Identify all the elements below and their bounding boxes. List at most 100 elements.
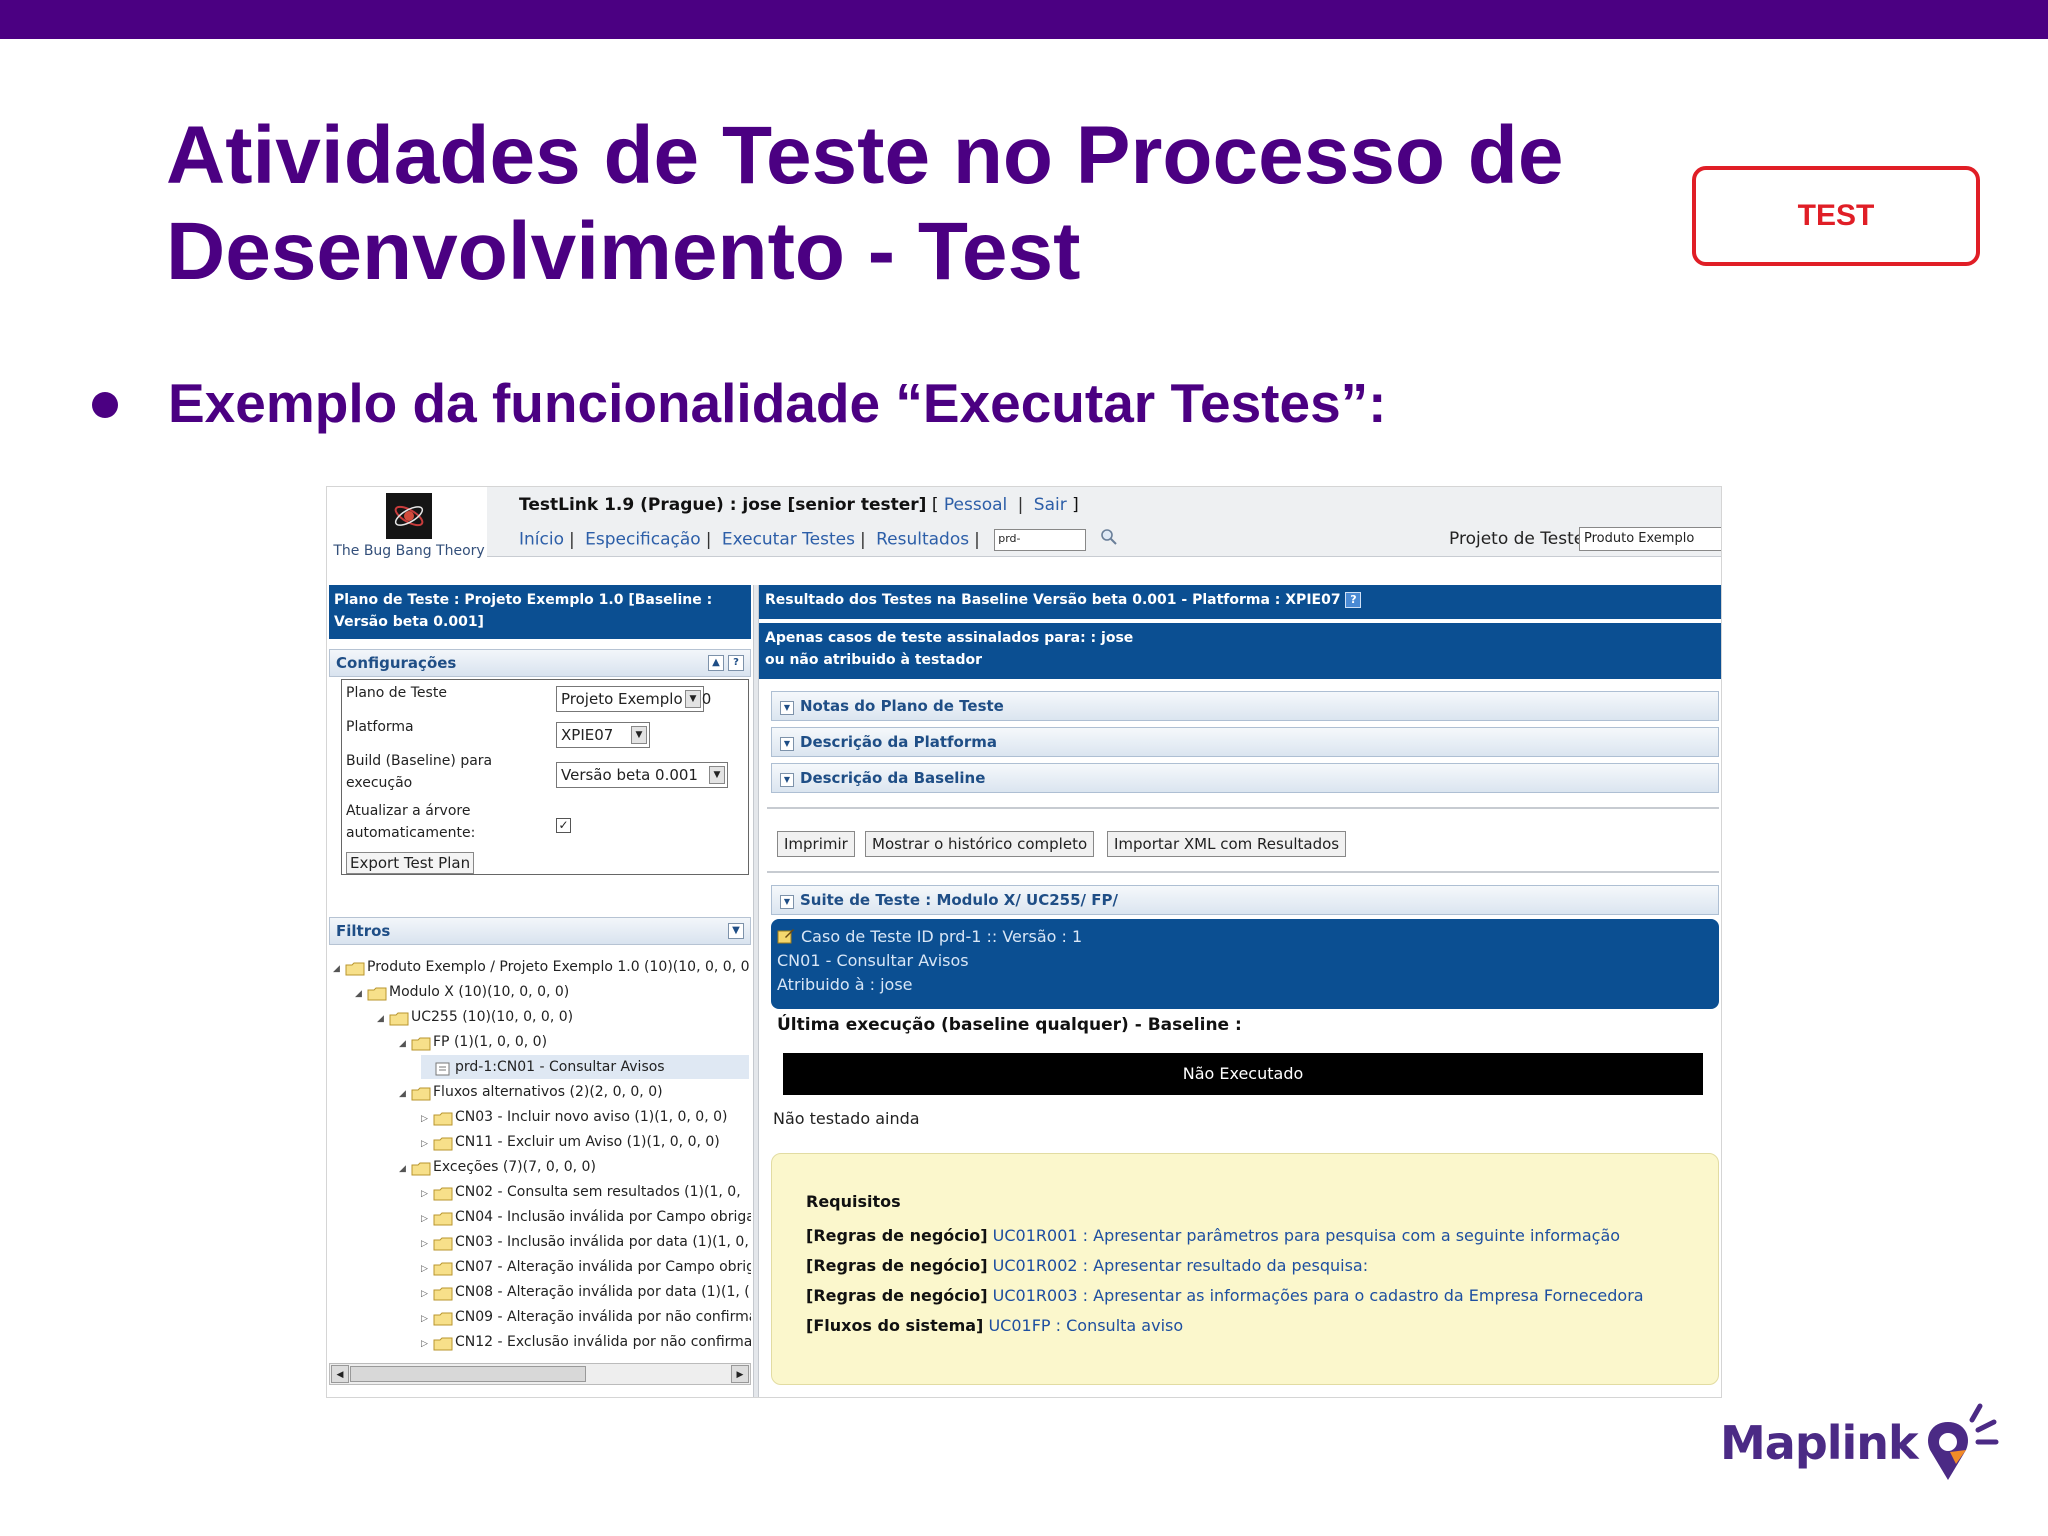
expand-toggle-icon[interactable]: ◢ (355, 982, 367, 1006)
edit-icon[interactable] (777, 927, 795, 944)
expand-toggle-icon[interactable]: ◢ (333, 957, 345, 981)
tree-node-label: CN02 - Consulta sem resultados (1)(1, 0, (455, 1184, 741, 1200)
tree-folder[interactable]: ◢ Modulo X (10)(10, 0, 0, 0) (355, 980, 749, 1004)
plan-select[interactable]: Projeto Exemplo 1.0 ▼ (556, 686, 711, 712)
slide-title: Atividades de Teste no Processo de Desen… (166, 110, 1564, 297)
requirement-row: [Regras de negócio] UC01R003 : Apresenta… (806, 1286, 1644, 1305)
nav-especificacao[interactable]: Especificação (585, 530, 701, 550)
expand-toggle-icon[interactable]: ▷ (421, 1207, 433, 1231)
execution-status: Não Executado (783, 1053, 1703, 1095)
tree-folder[interactable]: ▷ CN12 - Exclusão inválida por não confir… (421, 1330, 751, 1356)
chevron-down-icon: ▼ (709, 766, 725, 784)
show-history-button[interactable]: Mostrar o histórico completo (865, 831, 1095, 857)
tree-folder[interactable]: ▷ CN02 - Consulta sem resultados (1)(1, 0… (421, 1180, 749, 1204)
folder-icon (433, 1310, 453, 1326)
tree-node-label: CN04 - Inclusão inválida por Campo obrig… (455, 1209, 751, 1225)
help-icon[interactable]: ? (728, 655, 744, 671)
section-baseline-description[interactable]: ▼ Descrição da Baseline (771, 763, 1719, 793)
auto-refresh-checkbox[interactable]: ✓ (556, 818, 571, 833)
requirement-link[interactable]: UC01FP : Consulta aviso (988, 1316, 1183, 1335)
folder-icon (433, 1110, 453, 1126)
scroll-thumb[interactable] (350, 1366, 586, 1382)
platform-select[interactable]: XPIE07 ▼ (556, 722, 650, 748)
test-badge: TEST (1692, 166, 1980, 266)
config-panel-header[interactable]: Configurações ▲ ? (329, 649, 751, 677)
tree-folder[interactable]: ▷ CN11 - Excluir um Aviso (1)(1, 0, 0, 0) (421, 1130, 749, 1154)
tree-folder[interactable]: ▷ CN08 - Alteração inválida por data (1)(… (421, 1280, 750, 1306)
tree-folder[interactable]: ◢ FP (1)(1, 0, 0, 0) (399, 1030, 749, 1054)
tree-node-label: Modulo X (10)(10, 0, 0, 0) (389, 984, 570, 1000)
nav-inicio[interactable]: Início (519, 530, 564, 550)
expand-toggle-icon[interactable]: ▷ (421, 1257, 433, 1281)
tree-folder[interactable]: ▷ CN07 - Alteração inválida por Campo obr… (421, 1255, 751, 1281)
import-xml-button[interactable]: Importar XML com Resultados (1107, 831, 1347, 857)
section-plan-notes[interactable]: ▼ Notas do Plano de Teste (771, 691, 1719, 721)
expand-toggle-icon[interactable]: ▷ (421, 1132, 433, 1156)
build-select[interactable]: Versão beta 0.001 ▼ (556, 762, 728, 788)
expand-toggle-icon[interactable]: ◢ (399, 1082, 411, 1106)
panel-divider[interactable] (753, 585, 759, 1397)
pessoal-link[interactable]: Pessoal (944, 495, 1007, 515)
test-case-icon (433, 1060, 453, 1076)
folder-icon (433, 1260, 453, 1276)
expand-toggle-icon[interactable]: ▷ (421, 1232, 433, 1256)
folder-icon (433, 1235, 453, 1251)
section-test-suite[interactable]: ▼ Suite de Teste : Modulo X/ UC255/ FP/ (771, 885, 1719, 915)
tree-folder[interactable]: ◢ Produto Exemplo / Projeto Exemplo 1.0 (… (333, 955, 750, 981)
tree-node-label: prd-1:CN01 - Consultar Avisos (455, 1059, 665, 1075)
scroll-right-icon[interactable]: ▶ (731, 1365, 749, 1383)
results-header: Resultado dos Testes na Baseline Versão … (759, 585, 1721, 619)
expand-toggle-icon[interactable]: ▷ (421, 1107, 433, 1131)
nav-executar-testes[interactable]: Executar Testes (722, 530, 855, 550)
tree-folder[interactable]: ▷ CN03 - Incluir novo aviso (1)(1, 0, 0, … (421, 1105, 749, 1129)
filters-panel-header[interactable]: Filtros ▼ (329, 917, 751, 945)
tree-folder[interactable]: ▷ CN03 - Inclusão inválida por data (1)(1… (421, 1230, 749, 1254)
tree-node-label: CN03 - Inclusão inválida por data (1)(1,… (455, 1234, 749, 1250)
chevron-down-icon[interactable]: ▼ (728, 923, 744, 939)
tree-node-label: UC255 (10)(10, 0, 0, 0) (411, 1009, 574, 1025)
tree-folder[interactable]: ◢ Exceções (7)(7, 0, 0, 0) (399, 1155, 749, 1179)
collapse-up-icon[interactable]: ▲ (708, 655, 724, 671)
last-execution-label: Última execução (baseline qualquer) - Ba… (777, 1015, 1242, 1035)
section-platform-description[interactable]: ▼ Descrição da Platforma (771, 727, 1719, 757)
help-icon[interactable]: ? (1345, 592, 1362, 608)
requirement-row: [Regras de negócio] UC01R001 : Apresenta… (806, 1226, 1621, 1245)
folder-icon (433, 1335, 453, 1351)
tree-folder[interactable]: ◢ Fluxos alternativos (2)(2, 0, 0, 0) (399, 1080, 749, 1104)
requirement-link[interactable]: UC01R001 : Apresentar parâmetros para pe… (993, 1226, 1620, 1245)
folder-icon (389, 1010, 409, 1026)
tree-folder[interactable]: ◢ UC255 (10)(10, 0, 0, 0) (377, 1005, 749, 1029)
tree-folder[interactable]: ▷ CN09 - Alteração inválida por não confi… (421, 1305, 751, 1331)
tree-node-label: FP (1)(1, 0, 0, 0) (433, 1034, 548, 1050)
expand-toggle-icon[interactable]: ▷ (421, 1182, 433, 1206)
tree-node-label: CN09 - Alteração inválida por não confir… (455, 1309, 751, 1325)
map-pin-icon (1928, 1403, 1999, 1480)
requirement-link[interactable]: UC01R003 : Apresentar as informações par… (993, 1286, 1644, 1305)
nav-resultados[interactable]: Resultados (876, 530, 969, 550)
folder-icon (345, 960, 365, 976)
requirement-link[interactable]: UC01R002 : Apresentar resultado da pesqu… (993, 1256, 1368, 1275)
expand-toggle-icon[interactable]: ◢ (377, 1007, 389, 1031)
tree-scrollbar[interactable]: ◀ ▶ (329, 1363, 751, 1385)
expand-toggle-icon[interactable]: ▷ (421, 1282, 433, 1306)
print-button[interactable]: Imprimir (777, 831, 855, 857)
export-test-plan-button[interactable]: Export Test Plan (346, 852, 475, 874)
expand-toggle-icon[interactable]: ◢ (399, 1157, 411, 1181)
project-select[interactable]: Produto Exemplo (1579, 527, 1721, 551)
divider (767, 871, 1719, 873)
expand-toggle-icon[interactable]: ◢ (399, 1032, 411, 1056)
folder-icon (367, 985, 387, 1001)
search-icon[interactable] (1100, 528, 1118, 551)
chevron-down-icon: ▼ (780, 895, 794, 909)
testlink-logo[interactable]: The Bug Bang Theory (331, 487, 487, 559)
expand-toggle-icon[interactable]: ▷ (421, 1332, 433, 1356)
bullet-text: Exemplo da funcionalidade “Executar Test… (168, 372, 1387, 434)
sair-link[interactable]: Sair (1034, 495, 1067, 515)
tree-test-case[interactable]: prd-1:CN01 - Consultar Avisos (421, 1055, 749, 1079)
test-plan-title: Plano de Teste : Projeto Exemplo 1.0 [Ba… (329, 585, 751, 639)
expand-toggle-icon[interactable]: ▷ (421, 1307, 433, 1331)
scroll-left-icon[interactable]: ◀ (331, 1365, 349, 1383)
tree-node-label: Exceções (7)(7, 0, 0, 0) (433, 1159, 596, 1175)
tree-folder[interactable]: ▷ CN04 - Inclusão inválida por Campo obri… (421, 1205, 751, 1231)
search-input[interactable]: prd- (994, 528, 1087, 551)
